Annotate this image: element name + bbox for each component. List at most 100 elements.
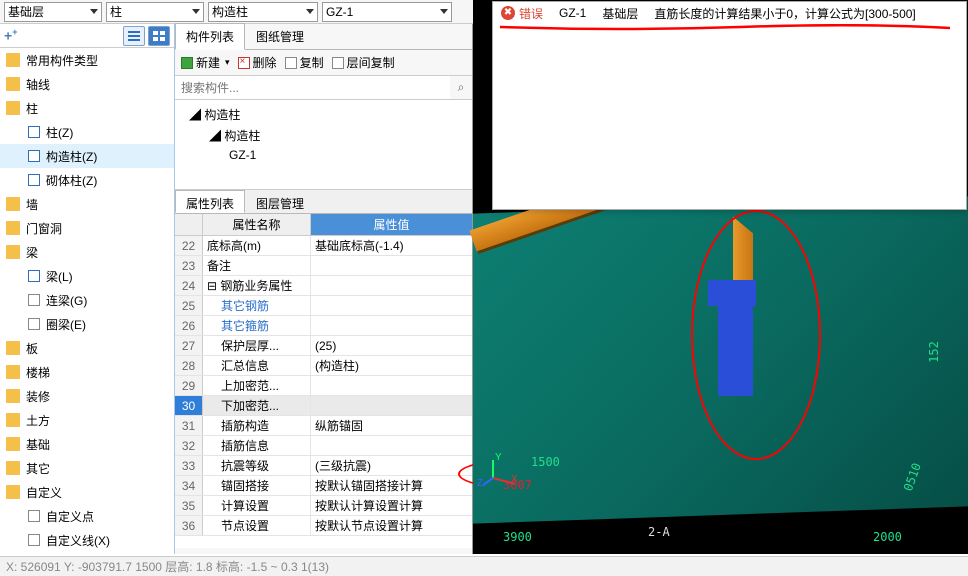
tree-item[interactable]: 梁(L): [0, 264, 174, 288]
property-value[interactable]: 按默认计算设置计算: [311, 496, 472, 515]
property-value[interactable]: [311, 436, 472, 455]
floor-copy-button[interactable]: 层间复制: [332, 54, 395, 71]
property-row[interactable]: 31插筋构造纵筋锚固: [175, 416, 472, 436]
floor-dropdown[interactable]: 基础层: [4, 2, 102, 22]
tree-item[interactable]: 圈梁(E): [0, 312, 174, 336]
grid-marker: 2-A: [648, 525, 670, 539]
component-category-tree[interactable]: 常用构件类型轴线柱柱(Z)构造柱(Z)砌体柱(Z)墙门窗洞梁梁(L)连梁(G) 圈…: [0, 48, 174, 554]
property-row[interactable]: 27保护层厚...(25): [175, 336, 472, 356]
property-row[interactable]: 23备注: [175, 256, 472, 276]
property-row[interactable]: 29上加密范...: [175, 376, 472, 396]
property-row[interactable]: 34锚固搭接按默认锚固搭接计算: [175, 476, 472, 496]
property-row[interactable]: 26其它箍筋: [175, 316, 472, 336]
search-input[interactable]: [175, 76, 450, 99]
property-tabs: 属性列表 图层管理: [175, 190, 472, 214]
property-value[interactable]: [311, 276, 472, 295]
property-value[interactable]: 纵筋锚固: [311, 416, 472, 435]
component-tree-leaf[interactable]: GZ-1: [183, 146, 472, 164]
property-name: 锚固搭接: [203, 476, 311, 495]
tree-item[interactable]: 楼梯: [0, 360, 174, 384]
property-row[interactable]: 30下加密范...: [175, 396, 472, 416]
tree-item[interactable]: 墙: [0, 192, 174, 216]
property-value[interactable]: (三级抗震): [311, 456, 472, 475]
tree-item[interactable]: 基础: [0, 432, 174, 456]
tree-item[interactable]: 自定义点: [0, 504, 174, 528]
component-tree-node[interactable]: ◢ 构造柱: [183, 125, 472, 146]
property-value[interactable]: 基础底标高(-1.4): [311, 236, 472, 255]
tab-label: 属性列表: [186, 197, 234, 211]
chevron-down-icon: [192, 9, 200, 14]
tree-item[interactable]: 自定义线(X): [0, 528, 174, 552]
row-number: 34: [175, 476, 203, 495]
type-dropdown[interactable]: 构造柱: [208, 2, 318, 22]
property-row[interactable]: 22底标高(m)基础底标高(-1.4): [175, 236, 472, 256]
property-row[interactable]: 32插筋信息: [175, 436, 472, 456]
tree-item[interactable]: 常用构件类型: [0, 48, 174, 72]
left-tree-panel: ++ 常用构件类型轴线柱柱(Z)构造柱(Z)砌体柱(Z)墙门窗洞梁梁(L)连梁(…: [0, 24, 175, 554]
grid-view-icon[interactable]: [148, 26, 170, 46]
tab-drawing-mgmt[interactable]: 图纸管理: [245, 23, 315, 50]
property-value[interactable]: (构造柱): [311, 356, 472, 375]
tree-item[interactable]: 柱(Z): [0, 120, 174, 144]
category-dropdown[interactable]: 柱: [106, 2, 204, 22]
property-row[interactable]: 36节点设置按默认节点设置计算: [175, 516, 472, 536]
component-tree-node[interactable]: ◢ 构造柱: [183, 104, 472, 125]
tab-label: 图纸管理: [256, 30, 304, 44]
folder-icon: [6, 461, 20, 475]
tree-item-label: 圈梁(E): [46, 316, 86, 333]
tree-item[interactable]: 连梁(G): [0, 288, 174, 312]
property-row[interactable]: 25其它钢筋: [175, 296, 472, 316]
tree-item[interactable]: 门窗洞: [0, 216, 174, 240]
property-table: 属性名称 属性值 22底标高(m)基础底标高(-1.4)23备注24⊟ 钢筋业务…: [175, 214, 472, 548]
property-row[interactable]: 28汇总信息(构造柱): [175, 356, 472, 376]
tree-item[interactable]: 其它: [0, 456, 174, 480]
property-row[interactable]: 24⊟ 钢筋业务属性: [175, 276, 472, 296]
property-value[interactable]: 按默认锚固搭接计算: [311, 476, 472, 495]
button-label: 删除: [253, 54, 277, 71]
header-value[interactable]: 属性值: [311, 214, 472, 235]
tree-item-label: 自定义点: [46, 508, 94, 525]
component-dropdown[interactable]: GZ-1: [322, 2, 452, 22]
property-name: 保护层厚...: [203, 336, 311, 355]
button-label: 复制: [300, 54, 324, 71]
property-row[interactable]: 35计算设置按默认计算设置计算: [175, 496, 472, 516]
new-button[interactable]: 新建▾: [181, 54, 230, 71]
list-view-icon[interactable]: [123, 26, 145, 46]
property-value[interactable]: [311, 256, 472, 275]
row-number: 36: [175, 516, 203, 535]
property-value[interactable]: [311, 396, 472, 415]
property-name: 汇总信息: [203, 356, 311, 375]
row-number: 30: [175, 396, 203, 415]
add-icon[interactable]: ++: [4, 27, 17, 44]
delete-button[interactable]: 删除: [238, 54, 277, 71]
tab-label: 构件列表: [186, 30, 234, 44]
tree-item[interactable]: 梁: [0, 240, 174, 264]
column-icon: [28, 294, 40, 306]
property-value[interactable]: [311, 376, 472, 395]
property-value[interactable]: [311, 296, 472, 315]
tab-layer-mgmt[interactable]: 图层管理: [245, 190, 315, 213]
tree-item[interactable]: 土方: [0, 408, 174, 432]
tree-item[interactable]: 自定义: [0, 480, 174, 504]
tree-item[interactable]: 轴线: [0, 72, 174, 96]
tab-property-list[interactable]: 属性列表: [175, 190, 245, 213]
tree-item[interactable]: 构造柱(Z): [0, 144, 174, 168]
tree-item[interactable]: 柱: [0, 96, 174, 120]
row-number: 28: [175, 356, 203, 375]
property-value[interactable]: [311, 316, 472, 335]
property-value[interactable]: 按默认节点设置计算: [311, 516, 472, 535]
tree-item[interactable]: 板: [0, 336, 174, 360]
tree-item[interactable]: 砌体柱(Z): [0, 168, 174, 192]
property-name: ⊟ 钢筋业务属性: [203, 276, 311, 295]
delete-icon: [238, 57, 250, 69]
tree-item[interactable]: 装修: [0, 384, 174, 408]
property-row[interactable]: 33抗震等级(三级抗震): [175, 456, 472, 476]
search-icon[interactable]: ⌕: [450, 76, 472, 99]
tab-component-list[interactable]: 构件列表: [175, 23, 245, 50]
component-tree[interactable]: ◢ 构造柱 ◢ 构造柱 GZ-1: [175, 100, 472, 190]
copy-button[interactable]: 复制: [285, 54, 324, 71]
row-number: 25: [175, 296, 203, 315]
property-name: 节点设置: [203, 516, 311, 535]
folder-icon: [6, 365, 20, 379]
property-value[interactable]: (25): [311, 336, 472, 355]
